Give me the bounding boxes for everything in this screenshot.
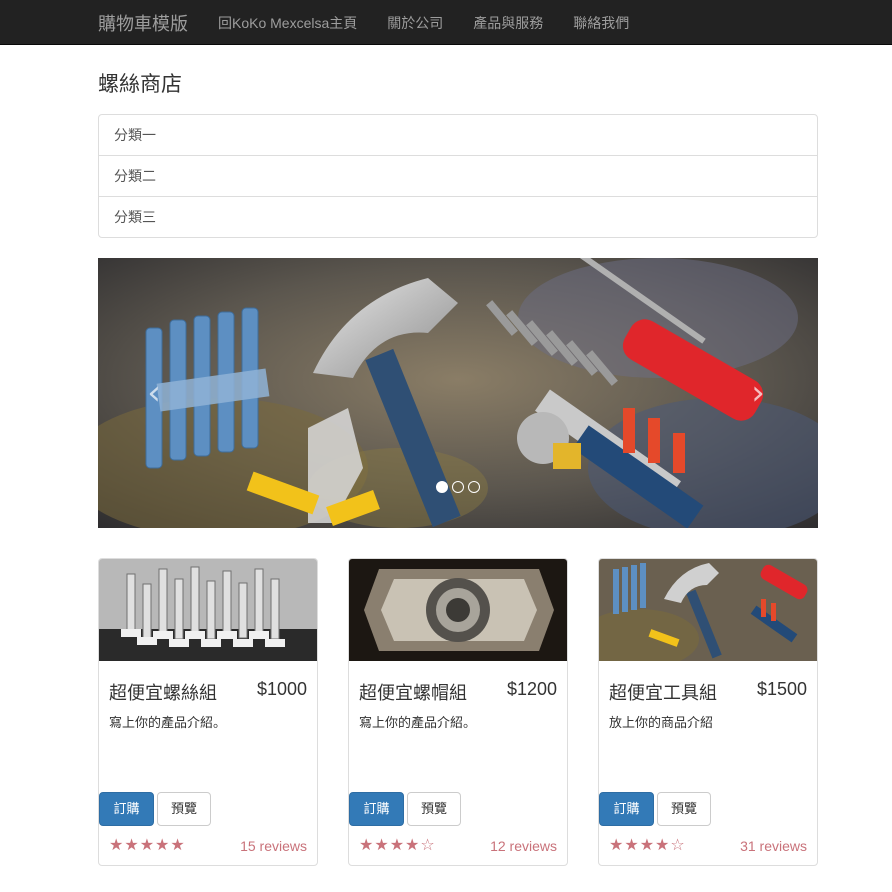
product-name[interactable]: 超便宜工具組 bbox=[609, 679, 717, 705]
review-count[interactable]: 12 reviews bbox=[490, 838, 557, 854]
category-item-1[interactable]: 分類一 bbox=[99, 115, 817, 156]
star-rating: ★★★★★ bbox=[109, 835, 186, 854]
review-count[interactable]: 31 reviews bbox=[740, 838, 807, 854]
page-title: 螺絲商店 bbox=[98, 73, 182, 96]
product-name[interactable]: 超便宜螺帽組 bbox=[359, 679, 467, 705]
preview-button[interactable]: 預覽 bbox=[657, 792, 711, 826]
product-image-tools[interactable] bbox=[599, 559, 817, 661]
carousel-next-icon[interactable]: › bbox=[738, 373, 778, 413]
order-button[interactable]: 訂購 bbox=[349, 792, 404, 826]
carousel-prev-icon[interactable]: ‹ bbox=[134, 373, 174, 413]
product-price: $1000 bbox=[256, 679, 307, 699]
product-card: 超便宜工具組 $1500 放上你的商品介紹 訂購 預覽 ★★★★☆ 31 rev… bbox=[598, 558, 818, 866]
nav-link-products[interactable]: 產品與服務 bbox=[473, 13, 543, 33]
product-price: $1500 bbox=[756, 679, 807, 699]
nav-link-about[interactable]: 關於公司 bbox=[387, 13, 443, 33]
product-price: $1200 bbox=[506, 679, 557, 699]
carousel-indicator-3[interactable] bbox=[468, 481, 480, 493]
image-carousel[interactable]: ‹ › bbox=[98, 258, 818, 528]
carousel-indicator-2[interactable] bbox=[452, 481, 464, 493]
review-count[interactable]: 15 reviews bbox=[240, 838, 307, 854]
product-image-screws[interactable] bbox=[99, 559, 317, 661]
navbar: 購物車模版 回KoKo Mexcelsa主頁 關於公司 產品與服務 聯絡我們 bbox=[0, 0, 892, 45]
product-card: 超便宜螺絲組 $1000 寫上你的產品介紹。 訂購 預覽 ★★★★★ 15 re… bbox=[98, 558, 318, 866]
product-image-nut[interactable] bbox=[349, 559, 567, 661]
nav-link-contact[interactable]: 聯絡我們 bbox=[573, 13, 629, 33]
star-rating: ★★★★☆ bbox=[359, 835, 436, 854]
nav-link-home[interactable]: 回KoKo Mexcelsa主頁 bbox=[218, 13, 357, 33]
product-description: 寫上你的產品介紹。 bbox=[359, 715, 477, 730]
order-button[interactable]: 訂購 bbox=[599, 792, 654, 826]
product-description: 放上你的商品介紹 bbox=[609, 715, 714, 730]
category-item-2[interactable]: 分類二 bbox=[99, 156, 817, 197]
category-item-3[interactable]: 分類三 bbox=[99, 197, 817, 237]
carousel-indicators bbox=[436, 481, 484, 493]
star-rating: ★★★★☆ bbox=[609, 835, 686, 854]
carousel-indicator-1[interactable] bbox=[436, 481, 448, 493]
navbar-brand[interactable]: 購物車模版 bbox=[98, 10, 188, 36]
product-card: 超便宜螺帽組 $1200 寫上你的產品介紹。 訂購 預覽 ★★★★☆ 12 re… bbox=[348, 558, 568, 866]
navbar-inner: 購物車模版 回KoKo Mexcelsa主頁 關於公司 產品與服務 聯絡我們 bbox=[98, 0, 659, 45]
product-name[interactable]: 超便宜螺絲組 bbox=[109, 679, 217, 705]
preview-button[interactable]: 預覽 bbox=[407, 792, 461, 826]
category-list: 分類一 分類二 分類三 bbox=[98, 114, 818, 238]
preview-button[interactable]: 預覽 bbox=[157, 792, 211, 826]
product-description: 寫上你的產品介紹。 bbox=[109, 715, 227, 730]
order-button[interactable]: 訂購 bbox=[99, 792, 154, 826]
